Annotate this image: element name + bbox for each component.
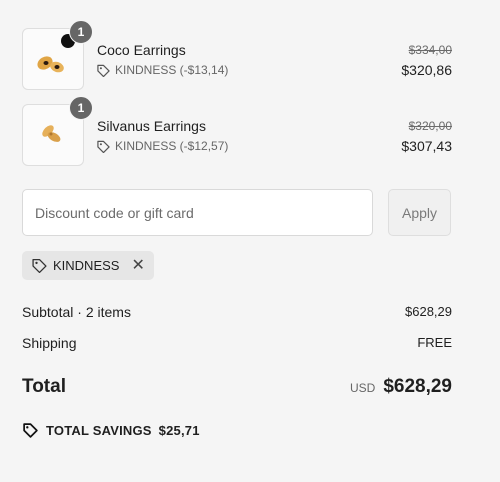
tag-icon xyxy=(97,140,110,153)
item-discount: KINDNESS (-$13,14) xyxy=(97,63,228,77)
total-label: Total xyxy=(22,376,66,397)
item-price: $307,43 xyxy=(401,138,452,154)
product-name: Silvanus Earrings xyxy=(97,118,206,134)
total-amount: USD $628,29 xyxy=(350,376,452,398)
item-price: $320,86 xyxy=(401,62,452,78)
savings-label: TOTAL SAVINGS xyxy=(46,423,152,438)
quantity-badge: 1 xyxy=(69,20,93,44)
line-item: 1 Coco Earrings KINDNESS (-$13,14) $334,… xyxy=(22,20,452,90)
tag-icon xyxy=(32,258,47,273)
shipping-label: Shipping xyxy=(22,335,77,351)
close-icon[interactable]: ✕ xyxy=(131,257,144,274)
item-discount-label: KINDNESS (-$13,14) xyxy=(115,63,229,77)
shipping-row: Shipping FREE xyxy=(22,335,452,351)
total-value: $628,29 xyxy=(383,376,452,397)
original-price: $320,00 xyxy=(408,119,452,133)
total-savings: TOTAL SAVINGS $25,71 xyxy=(22,422,200,439)
shipping-value: FREE xyxy=(417,335,452,350)
applied-discount-chip: KINDNESS ✕ xyxy=(22,251,154,280)
item-discount: KINDNESS (-$12,57) xyxy=(97,139,228,153)
subtotal-value: $628,29 xyxy=(405,304,452,319)
item-discount-label: KINDNESS (-$12,57) xyxy=(115,139,229,153)
product-name: Coco Earrings xyxy=(97,42,186,58)
quantity-badge: 1 xyxy=(69,96,93,120)
line-item: 1 Silvanus Earrings KINDNESS (-$12,57) $… xyxy=(22,96,452,166)
subtotal-row: Subtotal · 2 items $628,29 xyxy=(22,304,452,320)
tag-icon xyxy=(23,423,38,438)
apply-button[interactable]: Apply xyxy=(388,189,451,236)
currency-code: USD xyxy=(349,381,376,395)
applied-code: KINDNESS xyxy=(53,258,120,273)
total-row: Total USD $628,29 xyxy=(22,376,452,398)
savings-value: $25,71 xyxy=(158,423,200,438)
subtotal-label: Subtotal · 2 items xyxy=(22,304,131,320)
tag-icon xyxy=(97,64,110,77)
original-price: $334,00 xyxy=(408,43,452,57)
discount-code-input[interactable] xyxy=(22,189,373,236)
